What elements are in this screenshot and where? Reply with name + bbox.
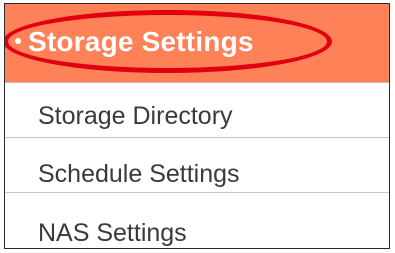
menu-header-title: Storage Settings — [15, 26, 254, 58]
menu-item-storage-directory[interactable]: Storage Directory — [5, 83, 389, 138]
menu-item-nas-settings[interactable]: NAS Settings — [5, 193, 389, 248]
menu-item-label: Storage Directory — [38, 102, 233, 130]
menu-item-schedule-settings[interactable]: Schedule Settings — [5, 138, 389, 193]
menu-item-label: NAS Settings — [38, 219, 187, 247]
bullet-icon — [15, 37, 21, 44]
menu-header-label: Storage Settings — [28, 26, 254, 57]
settings-menu-panel: Storage Settings Storage Directory Sched… — [4, 3, 390, 249]
menu-item-label: Schedule Settings — [38, 160, 240, 188]
menu-header-storage-settings[interactable]: Storage Settings — [5, 4, 389, 83]
